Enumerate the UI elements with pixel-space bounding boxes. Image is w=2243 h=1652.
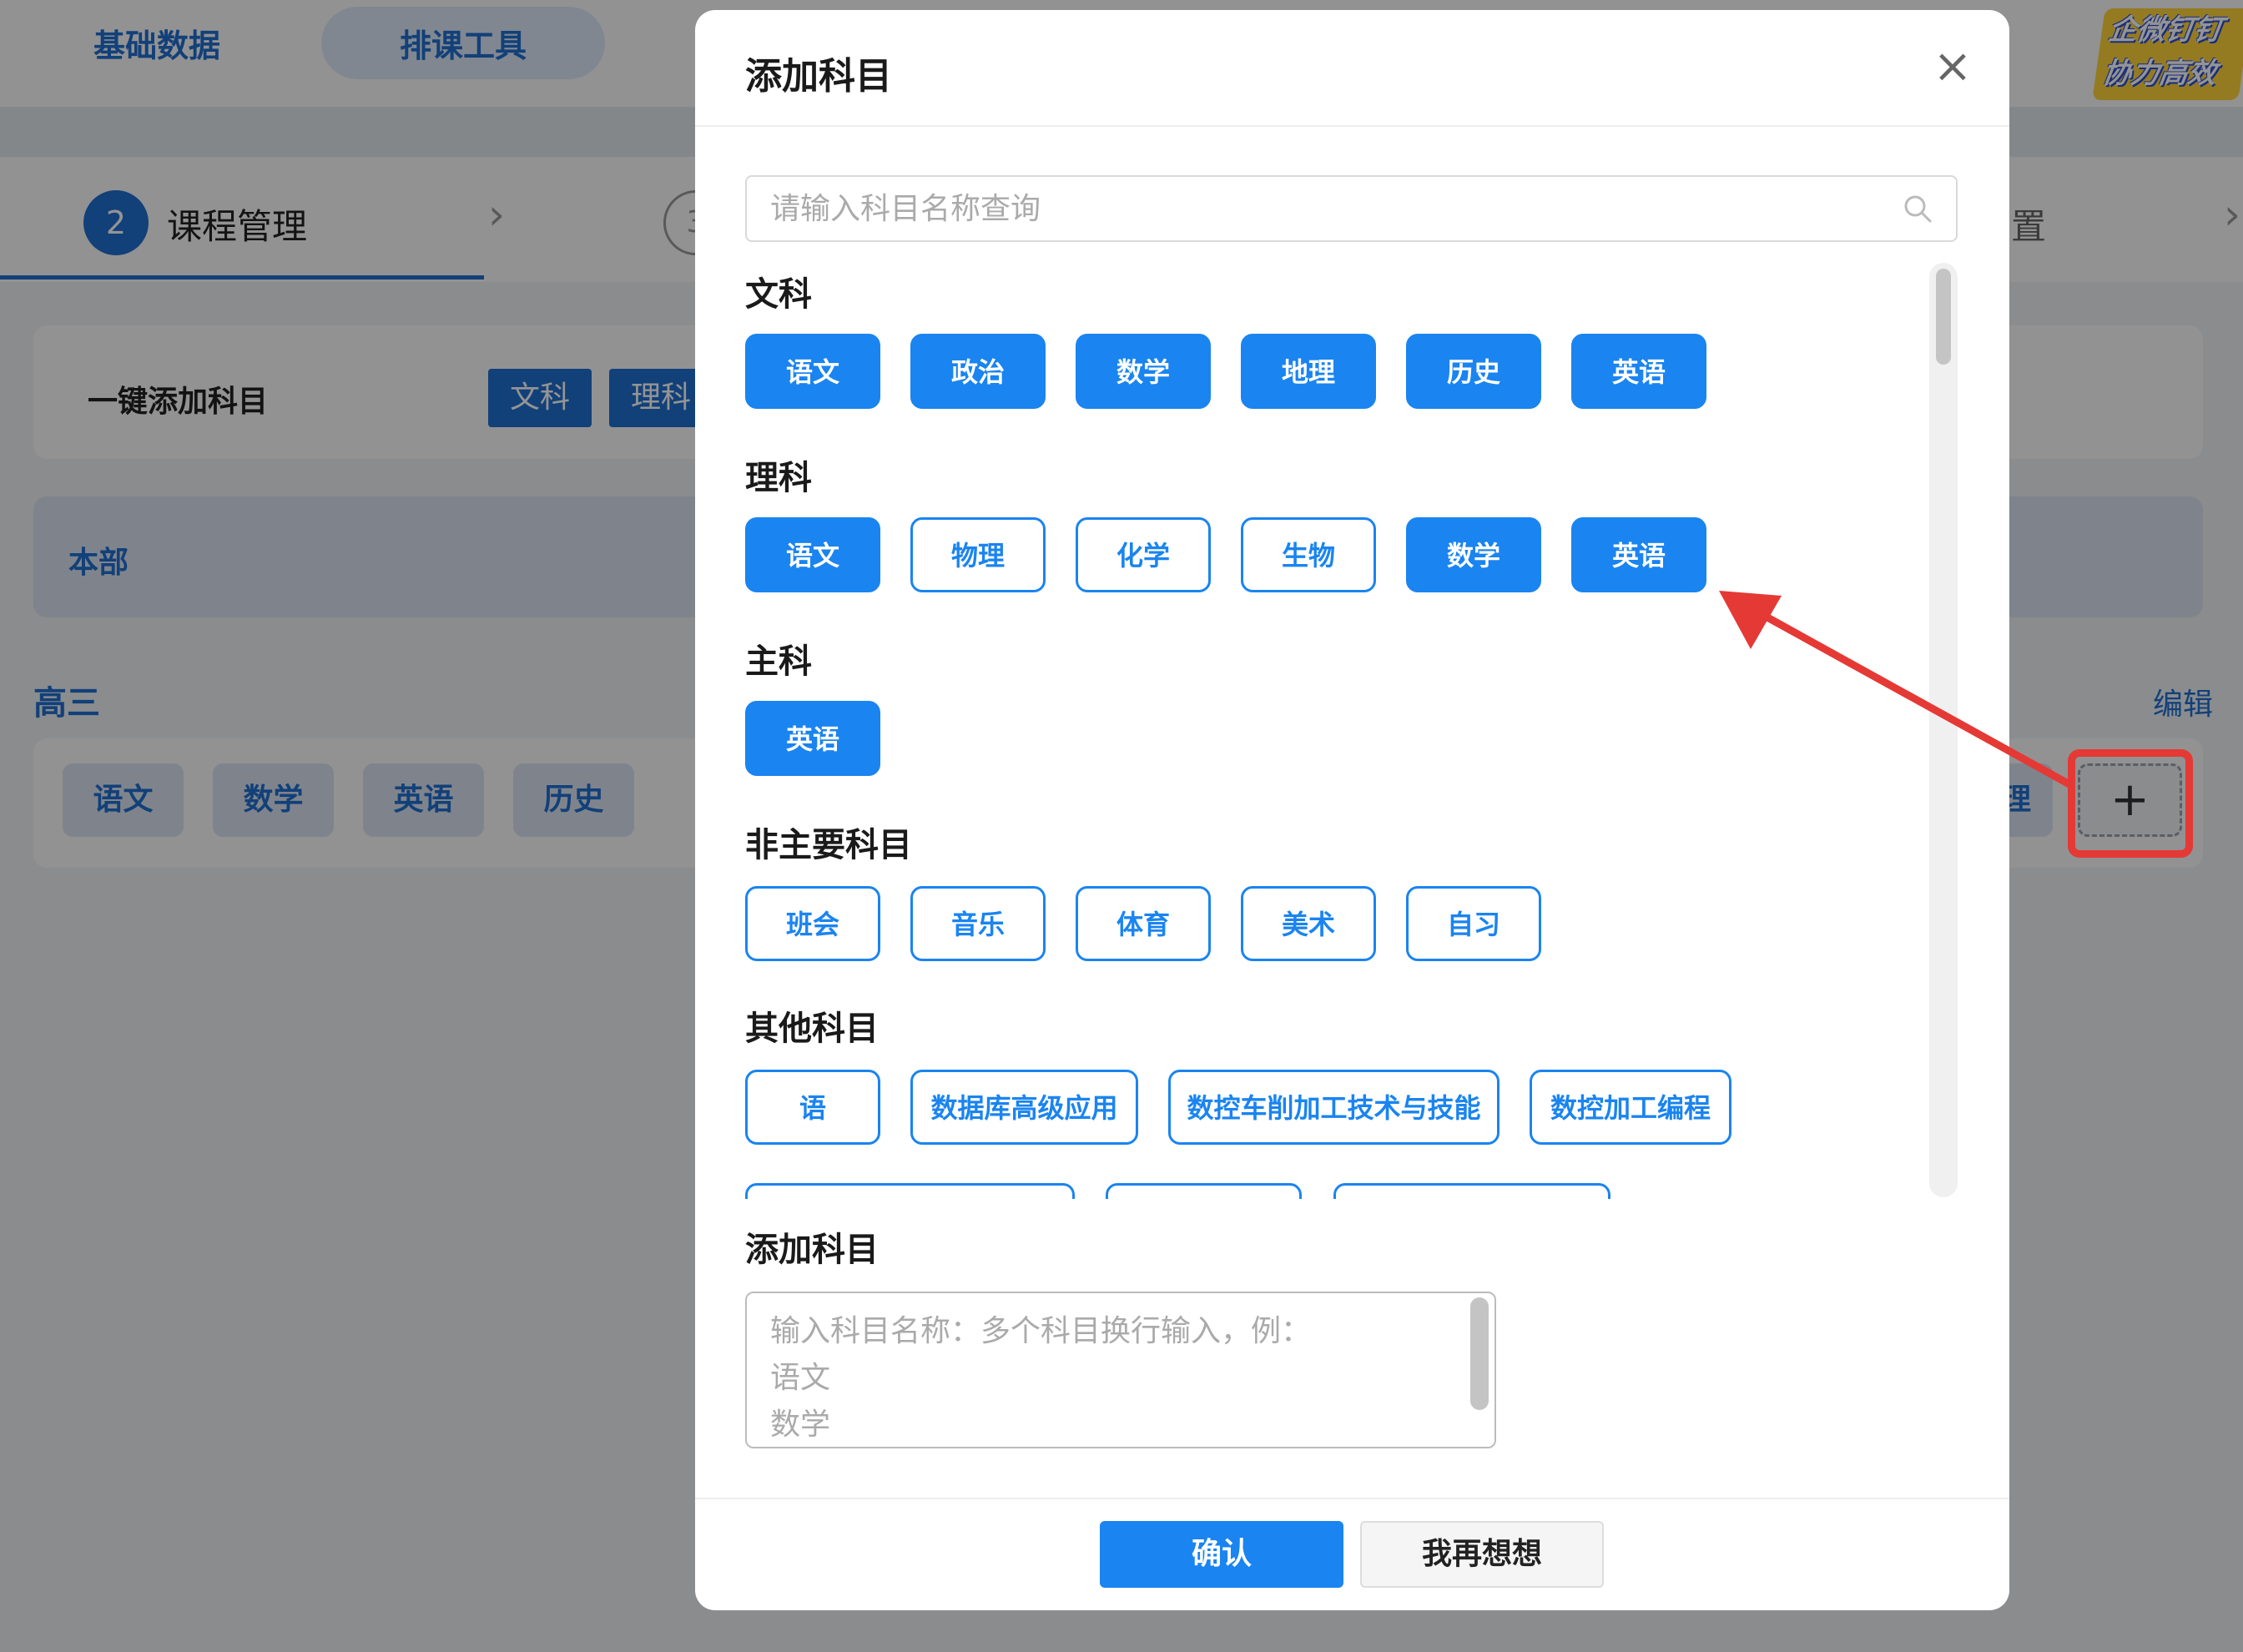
subject-chip-unselected[interactable]: 物理 <box>910 517 1046 592</box>
add-subject-section-title: 添加科目 <box>745 1231 879 1269</box>
subject-chip-selected[interactable]: 政治 <box>910 334 1046 409</box>
close-icon[interactable]: × <box>1928 42 1978 92</box>
annotation-arrow-icon <box>1719 591 2074 788</box>
subject-chip-selected[interactable]: 语文 <box>745 517 880 592</box>
subject-chip-unselected[interactable]: 体育 <box>1076 886 1211 961</box>
scroll-clip-mask <box>726 1199 1944 1249</box>
modal-footer-divider <box>695 1498 2009 1499</box>
subject-chip-unselected[interactable]: 生物 <box>1241 517 1376 592</box>
subject-chip-unselected[interactable]: 化学 <box>1076 517 1211 592</box>
subject-group-title: 理科 <box>745 459 812 497</box>
modal-title: 添加科目 <box>745 55 892 98</box>
subject-chip-unselected[interactable]: 数控加工编程 <box>1530 1070 1731 1145</box>
subject-chip-unselected[interactable]: 自习 <box>1406 886 1541 961</box>
subject-chip-selected[interactable]: 地理 <box>1241 334 1376 409</box>
subject-group-title: 其他科目 <box>745 1010 879 1048</box>
search-icon[interactable] <box>1901 192 1934 225</box>
subject-chip-unselected[interactable]: 班会 <box>745 886 880 961</box>
subject-chip-unselected[interactable]: 语 <box>745 1070 880 1145</box>
textarea-scrollbar-thumb[interactable] <box>1470 1297 1489 1410</box>
subject-chip-selected[interactable]: 语文 <box>745 334 880 409</box>
subject-chip-selected[interactable]: 历史 <box>1406 334 1541 409</box>
subject-search-input[interactable] <box>745 175 1958 242</box>
subject-chip-selected[interactable]: 英语 <box>1571 517 1706 592</box>
subject-chip-selected[interactable]: 英语 <box>1571 334 1706 409</box>
subject-group-title: 主科 <box>745 642 812 681</box>
subject-chip-unselected[interactable]: 数控车削加工技术与技能 <box>1168 1070 1500 1145</box>
subject-chip-unselected[interactable]: 音乐 <box>910 886 1046 961</box>
subject-group-title: 文科 <box>745 275 812 314</box>
subject-chip-selected[interactable]: 英语 <box>745 701 880 776</box>
annotation-highlight-box <box>2068 749 2193 858</box>
subject-chip-unselected[interactable]: 美术 <box>1241 886 1376 961</box>
cancel-button[interactable]: 我再想想 <box>1360 1521 1604 1588</box>
subject-chip-selected[interactable]: 数学 <box>1076 334 1211 409</box>
subject-names-textarea[interactable] <box>745 1292 1496 1448</box>
modal-header-divider <box>695 125 2009 127</box>
confirm-button[interactable]: 确认 <box>1100 1521 1343 1588</box>
subject-group-title: 非主要科目 <box>745 826 912 864</box>
modal-scrollbar-thumb[interactable] <box>1936 269 1951 365</box>
subject-chip-selected[interactable]: 数学 <box>1406 517 1541 592</box>
subject-chip-unselected[interactable]: 数据库高级应用 <box>910 1070 1138 1145</box>
